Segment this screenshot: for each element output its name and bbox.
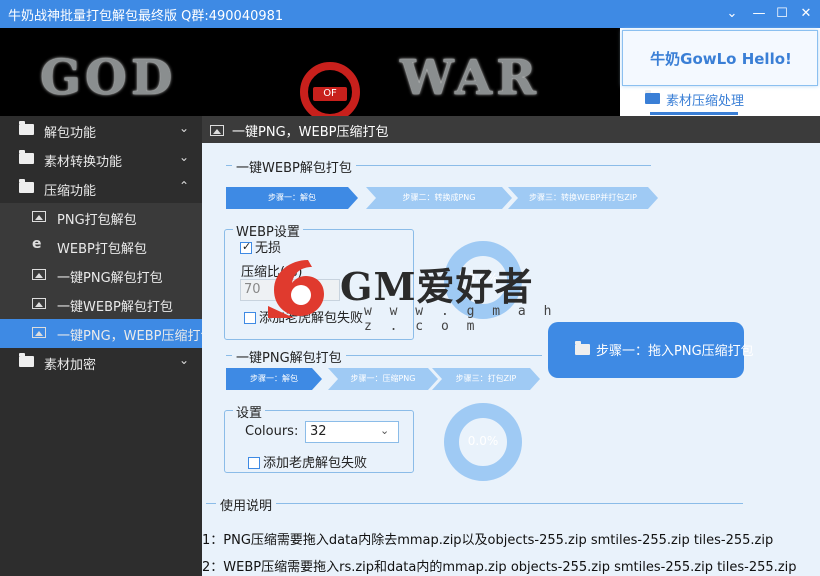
webp-steps: 步骤一：解包 步骤二：转换成PNG 步骤三：转换WEBP并打包ZIP — [226, 187, 658, 209]
ratio-input[interactable]: 70 — [240, 279, 340, 301]
webp-step-1: 步骤一：解包 — [226, 187, 358, 209]
sidebar-item-label: 压缩功能 — [44, 184, 97, 199]
webp-section-title: 一键WEBP解包打包 — [232, 157, 356, 176]
page-title: 一键PNG，WEBP压缩打包 — [232, 125, 389, 140]
drop-button-label: 步骤一：拖入PNG压缩打包 — [596, 344, 754, 359]
lossless-label: 无损 — [255, 241, 282, 256]
lossless-checkbox[interactable]: 无损 — [240, 237, 281, 256]
chevron-down-icon: ⌄ — [179, 121, 190, 135]
colours-label: Colours: — [245, 424, 299, 439]
sidebar-item-unpack[interactable]: 解包功能 ⌄ — [0, 116, 202, 145]
sidebar-item-compress[interactable]: 压缩功能 ⌃ — [0, 174, 202, 203]
ratio-label: 压缩比(%) — [241, 265, 303, 280]
colours-select[interactable]: 32 ⌄ — [305, 421, 399, 443]
maximize-button[interactable]: ☐ — [772, 4, 792, 24]
sidebar-item-label: PNG打包解包 — [57, 213, 137, 228]
banner-of-label: OF — [313, 87, 347, 101]
sidebar-item-one-key-webp[interactable]: 一键WEBP解包打包 — [0, 290, 202, 319]
image-icon — [32, 267, 48, 281]
image-icon — [32, 325, 48, 339]
chevron-down-icon[interactable]: ⌄ — [722, 4, 742, 24]
tab-compress[interactable]: 素材压缩处理 — [622, 88, 818, 116]
game-banner: GOD OF WAR — [0, 28, 620, 116]
checkbox-checked-icon — [240, 240, 252, 254]
png-progress-text: 0.0% — [467, 434, 499, 448]
png-section-title: 一键PNG解包打包 — [232, 347, 346, 366]
title-bar: 牛奶战神批量打包解包最终版 Q群:490040981 ⌄ — ☐ ✕ — [0, 0, 820, 28]
png-settings-title: 设置 — [233, 402, 266, 421]
webp-step-3: 步骤三：转换WEBP并打包ZIP — [508, 187, 658, 209]
sidebar: 解包功能 ⌄ 素材转换功能 ⌄ 压缩功能 ⌃ PNG打包解包 e WEBP打包解… — [0, 116, 202, 576]
webp-tiger-checkbox[interactable]: 添加老虎解包失败 — [244, 307, 363, 326]
sidebar-item-label: 素材加密 — [44, 358, 97, 373]
checkbox-icon — [248, 457, 260, 469]
colours-value: 32 — [310, 424, 327, 439]
usage-title: 使用说明 — [216, 495, 277, 514]
sidebar-item-png-webp-compress[interactable]: 一键PNG，WEBP压缩打包 — [0, 319, 202, 348]
checkbox-icon — [244, 312, 256, 324]
sidebar-item-png-pack[interactable]: PNG打包解包 — [0, 203, 202, 232]
drop-png-compress-button[interactable]: 步骤一：拖入PNG压缩打包 — [548, 322, 754, 378]
folder-icon — [19, 179, 35, 194]
sidebar-item-encrypt[interactable]: 素材加密 ⌄ — [0, 348, 202, 377]
tab-underline — [650, 112, 738, 115]
sidebar-item-label: WEBP打包解包 — [57, 242, 147, 257]
sidebar-item-label: 一键WEBP解包打包 — [57, 300, 173, 315]
png-step-1: 步骤一：解包 — [226, 368, 322, 390]
folder-icon — [19, 353, 35, 368]
webp-progress-text: 0.0% — [467, 271, 499, 285]
close-button[interactable]: ✕ — [796, 4, 816, 24]
sidebar-item-label: 解包功能 — [44, 126, 97, 141]
chevron-down-icon: ⌄ — [380, 424, 390, 437]
folder-open-icon — [645, 90, 660, 106]
chevron-down-icon: ⌄ — [179, 353, 190, 367]
section-divider — [206, 503, 743, 504]
hello-text: 牛奶GowLo Hello! — [650, 50, 792, 68]
image-icon — [210, 123, 224, 138]
sidebar-item-one-key-png[interactable]: 一键PNG解包打包 — [0, 261, 202, 290]
png-tiger-checkbox[interactable]: 添加老虎解包失败 — [248, 452, 367, 471]
folder-icon — [19, 150, 35, 165]
minimize-button[interactable]: — — [749, 4, 769, 24]
banner-word-war: WAR — [400, 50, 540, 106]
sidebar-item-label: 素材转换功能 — [44, 155, 123, 170]
content-header: 一键PNG，WEBP压缩打包 — [202, 116, 820, 143]
folder-open-icon — [575, 341, 590, 357]
chevron-down-icon: ⌄ — [179, 150, 190, 164]
image-icon — [32, 296, 48, 310]
sidebar-item-label: 一键PNG解包打包 — [57, 271, 163, 286]
sidebar-item-webp-pack[interactable]: e WEBP打包解包 — [0, 232, 202, 261]
tab-compress-label: 素材压缩处理 — [666, 94, 745, 109]
png-progress-ring: 0.0% — [444, 403, 522, 481]
png-step-2: 步骤一：压缩PNG — [328, 368, 438, 390]
banner-word-god: GOD — [40, 50, 177, 106]
folder-icon — [19, 121, 35, 136]
hello-panel: 牛奶GowLo Hello! — [622, 30, 818, 86]
usage-line-1: 1：PNG压缩需要拖入data内除去mmap.zip以及objects-255.… — [202, 533, 774, 548]
chevron-up-icon: ⌃ — [179, 179, 190, 193]
webp-progress-ring: 0.0% — [444, 241, 522, 319]
webp-tiger-label: 添加老虎解包失败 — [259, 311, 364, 326]
png-tiger-label: 添加老虎解包失败 — [263, 456, 368, 471]
png-step-3: 步骤三：打包ZIP — [432, 368, 540, 390]
sidebar-item-convert[interactable]: 素材转换功能 ⌄ — [0, 145, 202, 174]
image-icon — [32, 209, 48, 223]
sidebar-item-label: 一键PNG，WEBP压缩打包 — [57, 329, 202, 344]
png-steps: 步骤一：解包 步骤一：压缩PNG 步骤三：打包ZIP — [226, 368, 540, 390]
edge-icon: e — [32, 236, 42, 252]
webp-step-2: 步骤二：转换成PNG — [366, 187, 512, 209]
ratio-value: 70 — [244, 282, 261, 297]
window-title: 牛奶战神批量打包解包最终版 Q群:490040981 — [8, 9, 284, 24]
usage-line-2: 2：WEBP压缩需要拖入rs.zip和data内的mmap.zip object… — [202, 560, 797, 575]
